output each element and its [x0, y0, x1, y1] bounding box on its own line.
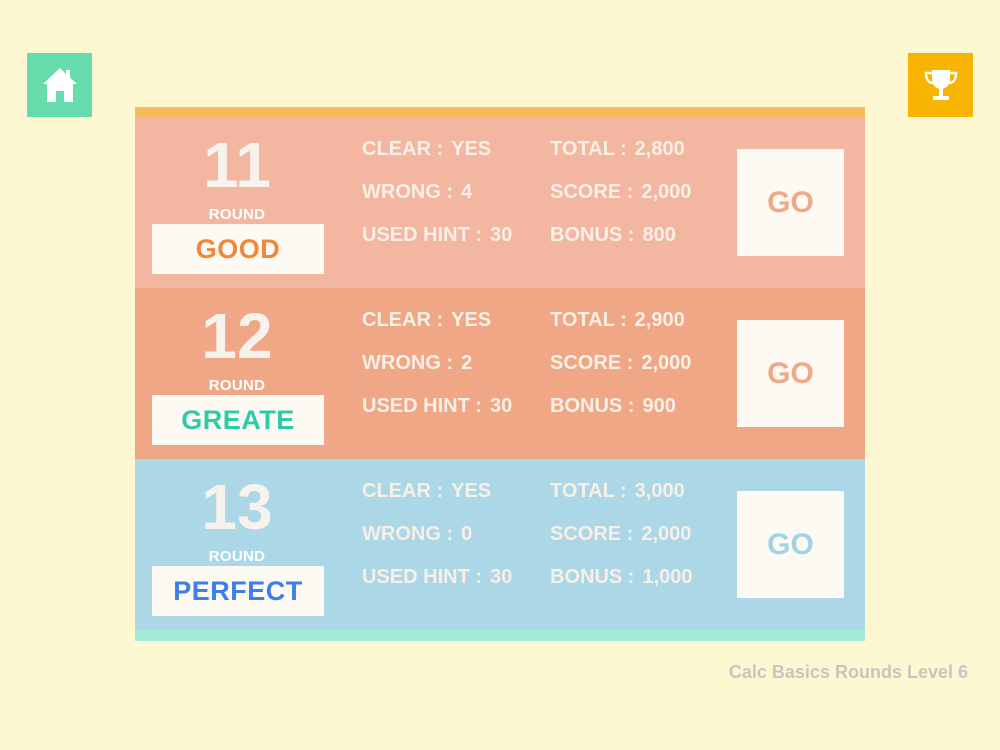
stat-wrong-value: 0 [461, 523, 473, 545]
panel-bottom-strip [135, 630, 865, 641]
stat-hint-label: USED HINT : [362, 395, 482, 417]
stat-bonus: BONUS : 900 [550, 395, 676, 418]
panel-top-strip [135, 107, 865, 117]
round-row: 13 ROUND PERFECT CLEAR : YES WRONG : 0 USED HIN… [135, 459, 865, 630]
trophy-button[interactable] [908, 53, 973, 117]
stat-score-value: 2,000 [641, 523, 692, 545]
stat-wrong-value: 2 [461, 352, 473, 374]
stat-wrong-label: WRONG : [362, 523, 454, 545]
round-label: ROUND [208, 548, 266, 565]
stat-total-label: TOTAL : [550, 309, 627, 331]
stat-bonus-value: 800 [642, 224, 676, 246]
stat-clear-value: YES [451, 138, 492, 160]
stat-hint-label: USED HINT : [362, 224, 482, 246]
stat-total-label: TOTAL : [550, 138, 627, 160]
stat-total: TOTAL : 3,000 [550, 480, 685, 503]
go-button[interactable]: GO [737, 149, 844, 256]
stat-wrong-value: 4 [461, 181, 473, 203]
stat-wrong: WRONG : 2 [362, 352, 472, 375]
stat-score: SCORE : 2,000 [550, 523, 691, 546]
stat-clear: CLEAR : YES [362, 480, 491, 503]
stat-clear: CLEAR : YES [362, 309, 491, 332]
stat-bonus: BONUS : 1,000 [550, 566, 693, 589]
round-label: ROUND [208, 377, 266, 394]
round-number: 13 [201, 471, 273, 543]
grade-badge: PERFECT [152, 566, 324, 616]
stat-wrong-label: WRONG : [362, 181, 454, 203]
stat-wrong: WRONG : 4 [362, 181, 472, 204]
stat-clear-label: CLEAR : [362, 480, 444, 502]
stat-wrong-label: WRONG : [362, 352, 454, 374]
stat-hint: USED HINT : 30 [362, 395, 512, 418]
stat-score-value: 2,000 [641, 181, 692, 203]
stat-total-value: 3,000 [634, 480, 685, 502]
stat-score-label: SCORE : [550, 181, 634, 203]
stat-hint: USED HINT : 30 [362, 224, 512, 247]
go-button[interactable]: GO [737, 491, 844, 598]
round-label: ROUND [208, 206, 266, 223]
stat-total-value: 2,900 [634, 309, 685, 331]
round-row: 11 ROUND GOOD CLEAR : YES WRONG : 4 USED HINT :… [135, 117, 865, 288]
stat-clear-value: YES [451, 309, 492, 331]
stat-wrong: WRONG : 0 [362, 523, 472, 546]
round-row: 12 ROUND GREATE CLEAR : YES WRONG : 2 USED HINT… [135, 288, 865, 459]
stat-bonus-value: 900 [642, 395, 676, 417]
stat-total: TOTAL : 2,900 [550, 309, 685, 332]
stat-score: SCORE : 2,000 [550, 181, 691, 204]
stat-bonus-label: BONUS : [550, 224, 635, 246]
stat-total-value: 2,800 [634, 138, 685, 160]
round-number: 12 [201, 300, 273, 372]
stat-bonus-label: BONUS : [550, 566, 635, 588]
stat-hint-value: 30 [490, 566, 513, 588]
stat-score-value: 2,000 [641, 352, 692, 374]
stat-hint-value: 30 [490, 224, 513, 246]
grade-badge: GOOD [152, 224, 324, 274]
stat-bonus-value: 1,000 [642, 566, 693, 588]
stat-bonus-label: BONUS : [550, 395, 635, 417]
stat-total-label: TOTAL : [550, 480, 627, 502]
stat-hint-value: 30 [490, 395, 513, 417]
round-number: 11 [203, 129, 271, 201]
stat-bonus: BONUS : 800 [550, 224, 676, 247]
go-button[interactable]: GO [737, 320, 844, 427]
stat-clear-label: CLEAR : [362, 309, 444, 331]
stat-clear: CLEAR : YES [362, 138, 491, 161]
stat-clear-label: CLEAR : [362, 138, 444, 160]
stat-clear-value: YES [451, 480, 492, 502]
stat-score-label: SCORE : [550, 523, 634, 545]
stat-total: TOTAL : 2,800 [550, 138, 685, 161]
stat-hint: USED HINT : 30 [362, 566, 512, 589]
stat-hint-label: USED HINT : [362, 566, 482, 588]
footer-level-title: Calc Basics Rounds Level 6 [728, 662, 968, 682]
stat-score-label: SCORE : [550, 352, 634, 374]
grade-badge: GREATE [152, 395, 324, 445]
home-button[interactable] [27, 53, 92, 117]
home-icon [42, 68, 77, 102]
stat-score: SCORE : 2,000 [550, 352, 691, 375]
trophy-icon [924, 70, 957, 100]
rounds-panel: 11 ROUND GOOD CLEAR : YES WRONG :4 USED HINT :… [135, 107, 865, 641]
